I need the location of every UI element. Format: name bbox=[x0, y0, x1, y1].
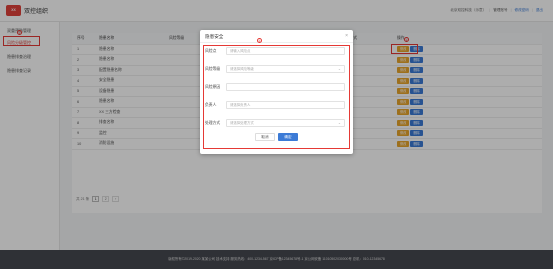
step-marker-3: ③ bbox=[257, 38, 262, 43]
placeholder: 请选择处理方式 bbox=[230, 121, 254, 125]
confirm-button[interactable]: 确定 bbox=[278, 133, 298, 141]
highlight-box bbox=[203, 45, 350, 149]
chevron-down-icon: ⌄ bbox=[337, 121, 341, 125]
placeholder: 请输入风险点 bbox=[230, 49, 251, 53]
placeholder: 请选择风险等级 bbox=[230, 67, 254, 71]
modal-title: 隐患安全 bbox=[205, 34, 224, 39]
risk-point-input[interactable]: 请输入风险点 bbox=[226, 47, 345, 55]
modal-dialog: 隐患安全 × ③ 风险点 请输入风险点 风险等级 请选择风险等级 ⌄ 风险原因 … bbox=[200, 30, 353, 154]
field-label: 风险原因 bbox=[205, 85, 221, 89]
field-label: 风险等级 bbox=[205, 67, 221, 71]
risk-reason-input[interactable] bbox=[226, 83, 345, 91]
field-label: 负责人 bbox=[205, 103, 217, 107]
field-label: 风险点 bbox=[205, 49, 217, 53]
risk-level-select[interactable]: 请选择风险等级 ⌄ bbox=[226, 65, 345, 73]
handling-method-select[interactable]: 请选择处理方式 ⌄ bbox=[226, 119, 345, 127]
owner-input[interactable]: 请选择负责人 bbox=[226, 101, 345, 109]
placeholder: 请选择负责人 bbox=[230, 103, 251, 107]
cancel-button[interactable]: 取消 bbox=[255, 133, 275, 141]
chevron-down-icon: ⌄ bbox=[337, 67, 341, 71]
footer-text: 版权所有©2019-2020 某某公司 技术支持 服务热线：400-1234-5… bbox=[168, 257, 385, 261]
divider bbox=[200, 42, 353, 43]
close-icon[interactable]: × bbox=[345, 33, 348, 39]
footer: 版权所有©2019-2020 某某公司 技术支持 服务热线：400-1234-5… bbox=[0, 250, 553, 269]
field-label: 处理方式 bbox=[205, 121, 221, 125]
